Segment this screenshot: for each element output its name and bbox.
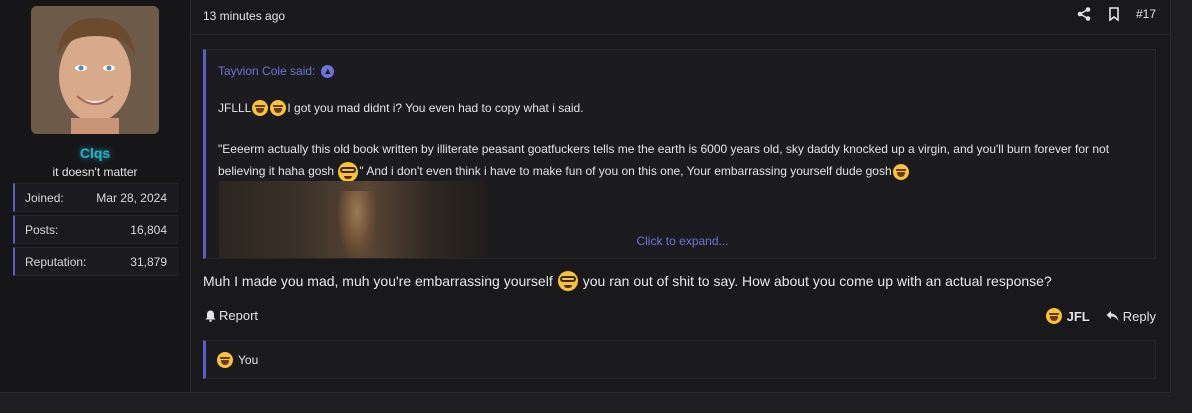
post: Clqs it doesn't matter Joined: Mar 28, 2… [0, 0, 1171, 393]
avatar-image [31, 6, 159, 134]
post-actions: JFL Reply [1045, 308, 1156, 324]
username[interactable]: Clqs [0, 145, 190, 161]
avatar[interactable] [31, 6, 159, 134]
stat-label: Joined: [25, 190, 64, 205]
report-button[interactable]: Report [205, 308, 258, 323]
reactions-text[interactable]: You [238, 353, 258, 367]
stat-label: Posts: [25, 222, 59, 237]
quote-line-2: "Eeeerm actually this old book written b… [218, 138, 1148, 182]
laugh-emoji-icon [270, 100, 287, 116]
post-text: Muh I made you mad, muh you're embarrass… [203, 273, 553, 289]
jfl-reaction-button[interactable]: JFL [1045, 308, 1090, 324]
nerd-emoji-icon [557, 271, 578, 291]
laugh-emoji-icon [217, 351, 233, 368]
laugh-emoji-icon [1045, 308, 1062, 324]
stat-label: Reputation: [25, 254, 87, 269]
report-label: Report [219, 308, 259, 323]
quote-text: " And i don't even think i have to make … [359, 164, 892, 178]
quote-author[interactable]: Tayvion Cole said: ▲ [218, 64, 335, 78]
quote-text: JFLLL [218, 101, 252, 115]
post-text: you ran out of shit to say. How about yo… [582, 273, 1052, 289]
bell-icon [205, 310, 216, 322]
stat-reputation: Reputation: 31,879 [13, 247, 178, 276]
quote-text: I got you mad didnt i? You even had to c… [287, 101, 584, 115]
post-number[interactable]: #17 [1136, 7, 1156, 21]
user-title: it doesn't matter [52, 165, 138, 179]
laugh-emoji-icon [252, 100, 269, 116]
post-timestamp[interactable]: 13 minutes ago [203, 9, 285, 23]
nerd-emoji-icon [338, 161, 359, 182]
reply-button[interactable]: Reply [1106, 309, 1156, 324]
stat-posts: Posts: 16,804 [13, 215, 178, 244]
click-to-expand-link[interactable]: Click to expand... [206, 234, 1155, 248]
quote-author-name[interactable]: Tayvion Cole said: [218, 64, 315, 78]
post-header-actions: #17 [1076, 6, 1156, 22]
stat-value: 16,804 [130, 222, 167, 237]
user-stats: Joined: Mar 28, 2024 Posts: 16,804 Reput… [13, 183, 178, 279]
reply-arrow-icon [1106, 311, 1119, 321]
share-icon[interactable] [1076, 6, 1092, 22]
post-header: 13 minutes ago #17 [191, 0, 1170, 35]
reply-label: Reply [1122, 308, 1156, 324]
quote-block: Tayvion Cole said: ▲ JFLLL I got you mad… [203, 49, 1156, 259]
stat-value: 31,879 [130, 254, 167, 269]
arrow-up-icon[interactable]: ▲ [321, 64, 335, 78]
stat-joined: Joined: Mar 28, 2024 [13, 183, 178, 212]
post-main: 13 minutes ago #17 Tayvion Cole said: ▲ [191, 0, 1170, 392]
gif-figure [337, 191, 377, 258]
post-body: Muh I made you mad, muh you're embarrass… [203, 271, 1052, 291]
user-column: Clqs it doesn't matter Joined: Mar 28, 2… [0, 0, 191, 392]
quote-line-1: JFLLL I got you mad didnt i? You even ha… [218, 100, 584, 116]
reactions-bar[interactable]: You [203, 340, 1156, 379]
stat-value: Mar 28, 2024 [96, 190, 167, 205]
laugh-emoji-icon [892, 163, 909, 180]
jfl-label: JFL [1066, 308, 1090, 324]
bookmark-icon[interactable] [1106, 6, 1122, 22]
post-footer: Report JFL Reply [203, 308, 1156, 326]
